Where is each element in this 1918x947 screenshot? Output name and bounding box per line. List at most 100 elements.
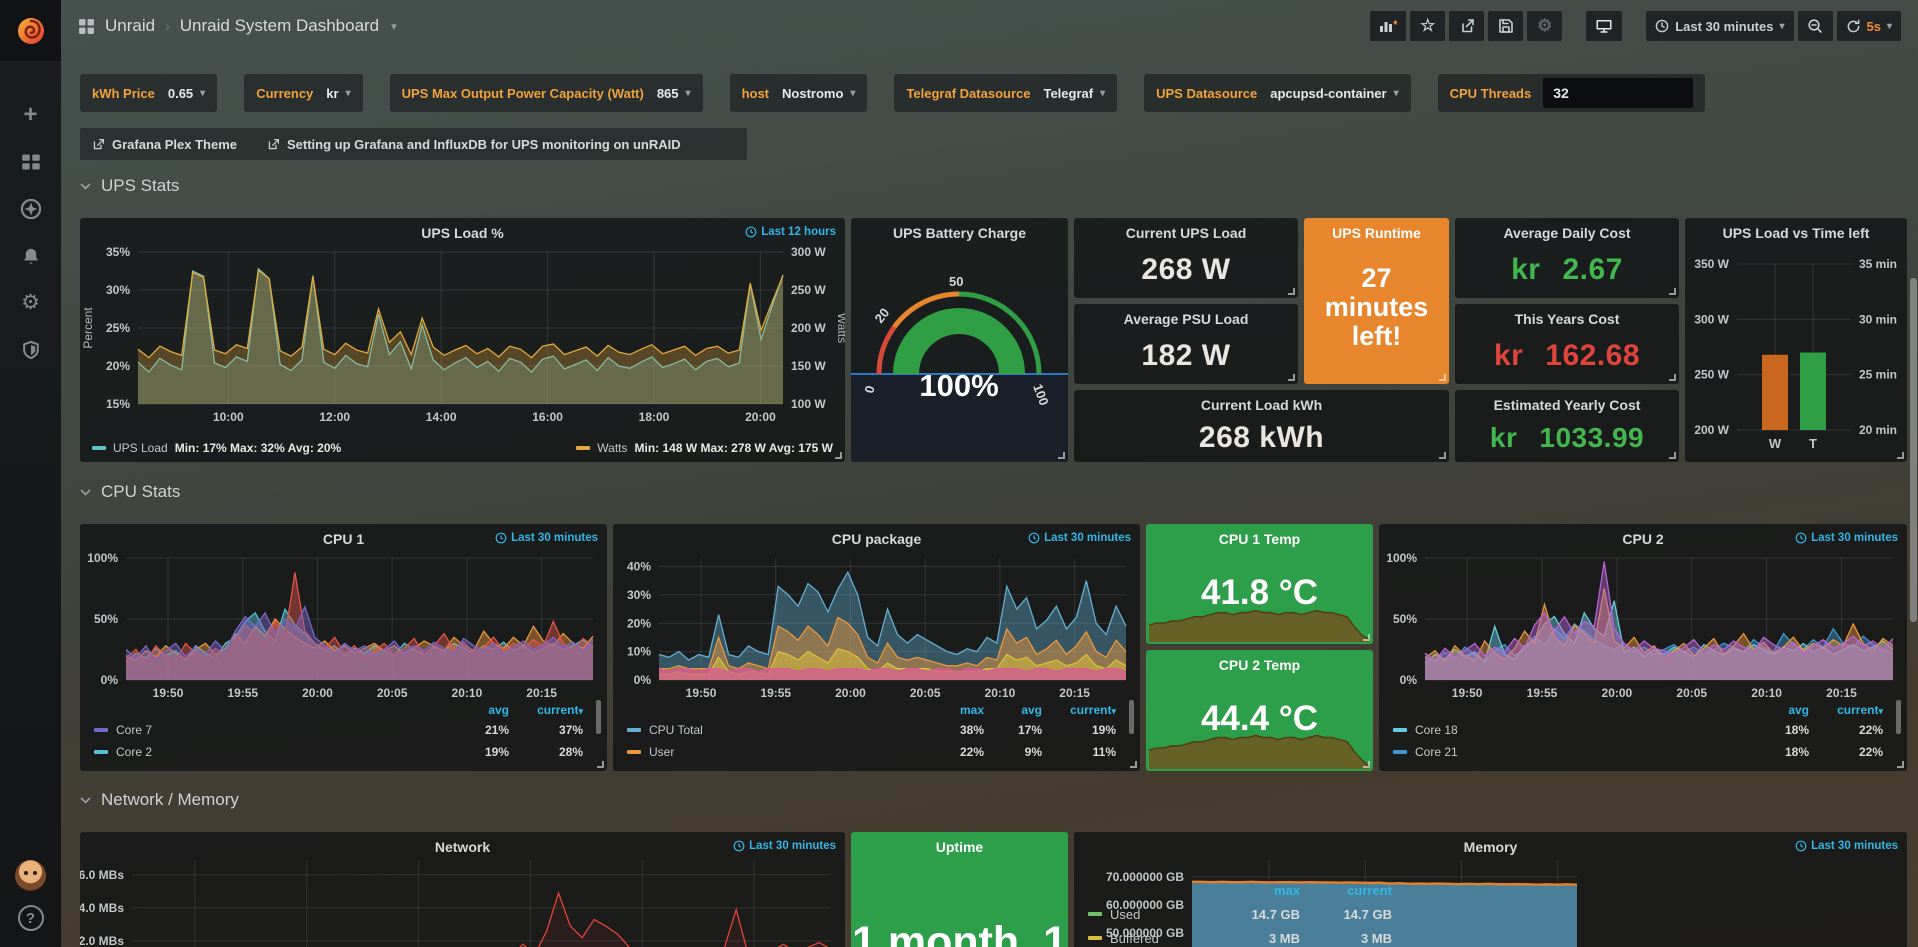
breadcrumb-root[interactable]: Unraid bbox=[105, 16, 155, 36]
user-avatar[interactable] bbox=[15, 860, 46, 891]
time-range-picker[interactable]: Last 30 minutes ▾ bbox=[1646, 11, 1793, 41]
link-grafana-plex-theme[interactable]: Grafana Plex Theme bbox=[92, 137, 237, 152]
sidebar-item-dashboards[interactable] bbox=[0, 138, 61, 185]
sidebar-item-create[interactable]: + bbox=[0, 91, 61, 138]
dashboard-title[interactable]: Unraid System Dashboard bbox=[180, 16, 379, 36]
help-icon[interactable]: ? bbox=[18, 905, 44, 931]
grafana-logo-icon[interactable] bbox=[0, 0, 61, 61]
legend-row[interactable]: CPU Total 38%17%19% bbox=[627, 719, 1130, 741]
legend-col-avg[interactable]: avg bbox=[465, 703, 523, 717]
legend-col-current[interactable]: current bbox=[1314, 883, 1406, 898]
variable-host[interactable]: host Nostromo▾ bbox=[730, 74, 868, 112]
legend-col-current[interactable]: current▾ bbox=[1056, 703, 1130, 717]
legend-watts[interactable]: Watts Min: 148 W Max: 278 W Avg: 175 W bbox=[576, 441, 833, 455]
cycle-view-mode-button[interactable] bbox=[1586, 11, 1622, 41]
panel-time-range[interactable]: Last 30 minutes bbox=[1795, 840, 1898, 852]
save-dashboard-button[interactable] bbox=[1488, 11, 1523, 41]
panel-resize-handle[interactable] bbox=[1669, 288, 1676, 295]
panel-title[interactable]: This Years Cost bbox=[1515, 311, 1620, 327]
panel-resize-handle[interactable] bbox=[1288, 288, 1295, 295]
panel-title[interactable]: UPS Load % bbox=[80, 225, 845, 241]
panel-time-range[interactable]: Last 30 minutes bbox=[733, 840, 836, 852]
legend-col-current[interactable]: current▾ bbox=[523, 703, 597, 717]
dashboard-title-caret-icon[interactable]: ▾ bbox=[391, 20, 397, 33]
ups-load-chart[interactable]: 10:0012:0014:0016:0018:0020:0015%20%25%3… bbox=[80, 244, 845, 430]
variable-currency[interactable]: Currency kr▾ bbox=[244, 74, 362, 112]
panel-resize-handle[interactable] bbox=[1130, 761, 1137, 768]
add-panel-button[interactable] bbox=[1370, 11, 1406, 41]
panel-resize-handle[interactable] bbox=[1897, 452, 1904, 459]
legend-row[interactable]: Buffered 3 MB3 MB bbox=[1088, 926, 1406, 947]
panel-title[interactable]: CPU 1 Temp bbox=[1219, 531, 1300, 547]
panel-title[interactable]: Current UPS Load bbox=[1126, 225, 1247, 241]
legend-col-avg[interactable]: avg bbox=[1765, 703, 1823, 717]
panel-resize-handle[interactable] bbox=[597, 761, 604, 768]
link-ups-monitoring-guide[interactable]: Setting up Grafana and InfluxDB for UPS … bbox=[267, 137, 681, 152]
cpu1-chart[interactable]: 19:5019:5520:0020:0520:1020:150%50%100% bbox=[80, 550, 607, 702]
panel-resize-handle[interactable] bbox=[1439, 452, 1446, 459]
panel-resize-handle[interactable] bbox=[1363, 761, 1370, 768]
legend-col-avg[interactable]: avg bbox=[998, 703, 1056, 717]
cpu-threads-input[interactable] bbox=[1543, 78, 1693, 108]
legend-row[interactable]: Core 2 19%28% bbox=[94, 741, 597, 763]
refresh-picker[interactable]: 5s ▾ bbox=[1837, 11, 1902, 41]
panel-title[interactable]: Network bbox=[80, 839, 845, 855]
legend-row[interactable]: Core 7 21%37% bbox=[94, 719, 597, 741]
legend-scrollbar[interactable] bbox=[1129, 700, 1134, 734]
sidebar-item-configuration[interactable]: ⚙ bbox=[0, 279, 61, 326]
panel-time-range[interactable]: Last 30 minutes bbox=[1028, 532, 1131, 544]
panel-title[interactable]: Current Load kWh bbox=[1201, 397, 1322, 413]
legend-ups-load[interactable]: UPS Load Min: 17% Max: 32% Avg: 20% bbox=[92, 441, 341, 455]
star-dashboard-button[interactable]: ☆ bbox=[1410, 11, 1445, 41]
panel-title[interactable]: CPU 2 Temp bbox=[1219, 657, 1300, 673]
variable-telegraf-datasource[interactable]: Telegraf Datasource Telegraf▾ bbox=[894, 74, 1117, 112]
panel-resize-handle[interactable] bbox=[1669, 374, 1676, 381]
page-scrollbar-thumb[interactable] bbox=[1910, 278, 1917, 622]
section-ups-stats[interactable]: UPS Stats bbox=[80, 176, 179, 196]
legend-row[interactable]: Core 18 18%22% bbox=[1393, 719, 1897, 741]
panel-time-range[interactable]: Last 30 minutes bbox=[495, 532, 598, 544]
panel-title[interactable]: UPS Load vs Time left bbox=[1685, 225, 1907, 241]
panel-title[interactable]: Memory bbox=[1074, 839, 1907, 855]
dashboards-grid-icon[interactable] bbox=[78, 18, 95, 35]
legend-col-max[interactable]: max bbox=[1222, 883, 1314, 898]
legend-col-max[interactable]: max bbox=[936, 703, 998, 717]
panel-title[interactable]: Estimated Yearly Cost bbox=[1494, 397, 1641, 413]
dashboard-settings-button[interactable]: ⚙ bbox=[1527, 11, 1562, 41]
cpu2-chart[interactable]: 19:5019:5520:0020:0520:1020:150%50%100% bbox=[1379, 550, 1907, 702]
legend-row[interactable]: User 22%9%11% bbox=[627, 741, 1130, 763]
variable-ups-datasource[interactable]: UPS Datasource apcupsd-container▾ bbox=[1144, 74, 1410, 112]
legend-scrollbar[interactable] bbox=[596, 700, 601, 734]
network-chart[interactable]: 2.0 MBs4.0 MBs6.0 MBs bbox=[80, 858, 845, 947]
battery-gauge[interactable]: 0 20 50 100 100% bbox=[851, 244, 1068, 462]
variable-kwh-price[interactable]: kWh Price 0.65▾ bbox=[80, 74, 217, 112]
panel-title[interactable]: Average PSU Load bbox=[1124, 311, 1249, 327]
variable-ups-max-output[interactable]: UPS Max Output Power Capacity (Watt) 865… bbox=[390, 74, 703, 112]
panel-time-range[interactable]: Last 12 hours bbox=[745, 226, 836, 238]
panel-resize-handle[interactable] bbox=[1897, 761, 1904, 768]
share-dashboard-button[interactable] bbox=[1449, 11, 1484, 41]
legend-row[interactable]: Used 14.7 GB14.7 GB bbox=[1088, 902, 1406, 926]
panel-title[interactable]: UPS Battery Charge bbox=[851, 225, 1068, 241]
sidebar-item-alerting[interactable] bbox=[0, 232, 61, 279]
legend-col-current[interactable]: current▾ bbox=[1823, 703, 1897, 717]
panel-resize-handle[interactable] bbox=[1058, 452, 1065, 459]
panel-resize-handle[interactable] bbox=[1363, 634, 1370, 641]
panel-resize-handle[interactable] bbox=[1288, 374, 1295, 381]
legend-scrollbar[interactable] bbox=[1896, 700, 1901, 734]
section-cpu-stats[interactable]: CPU Stats bbox=[80, 482, 180, 502]
zoom-out-time-button[interactable] bbox=[1798, 11, 1833, 41]
panel-title[interactable]: Uptime bbox=[936, 839, 983, 855]
ups-load-vs-time-chart[interactable]: 200 W20 min250 W25 min300 W30 min350 W35… bbox=[1685, 244, 1907, 460]
legend-row[interactable]: Core 21 18%22% bbox=[1393, 741, 1897, 763]
panel-resize-handle[interactable] bbox=[1669, 452, 1676, 459]
panel-resize-handle[interactable] bbox=[835, 452, 842, 459]
sidebar-item-explore[interactable] bbox=[0, 185, 61, 232]
cpu-package-chart[interactable]: 19:5019:5520:0020:0520:1020:150%10%20%30… bbox=[613, 550, 1140, 702]
panel-time-range[interactable]: Last 30 minutes bbox=[1795, 532, 1898, 544]
panel-title[interactable]: UPS Runtime bbox=[1332, 225, 1421, 241]
sidebar-item-server-admin[interactable] bbox=[0, 326, 61, 373]
panel-resize-handle[interactable] bbox=[1439, 374, 1446, 381]
section-network-memory[interactable]: Network / Memory bbox=[80, 790, 239, 810]
panel-title[interactable]: Average Daily Cost bbox=[1503, 225, 1630, 241]
